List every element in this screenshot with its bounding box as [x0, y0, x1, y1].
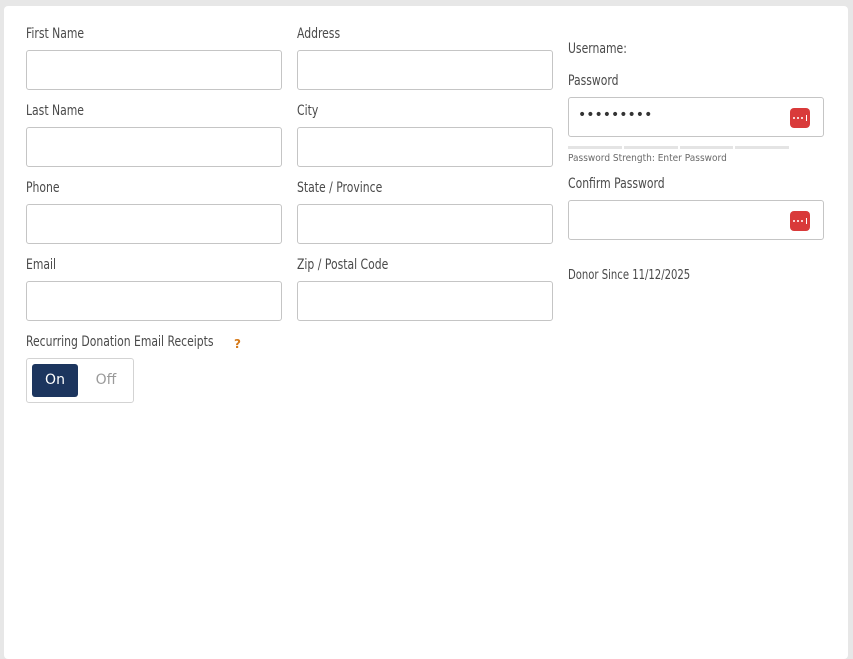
address-label: Address: [297, 26, 341, 42]
password-input[interactable]: •••••••••: [568, 97, 824, 137]
email-input[interactable]: [26, 281, 282, 321]
confirm-password-label: Confirm Password: [568, 176, 665, 192]
state-province-label: State / Province: [297, 180, 383, 196]
password-manager-icon[interactable]: [790, 108, 810, 128]
first-name-label: First Name: [26, 26, 85, 42]
help-icon[interactable]: ?: [234, 337, 241, 351]
address-input[interactable]: [297, 50, 553, 90]
phone-input[interactable]: [26, 204, 282, 244]
password-label: Password: [568, 73, 619, 89]
city-label: City: [297, 103, 319, 119]
first-name-input[interactable]: [26, 50, 282, 90]
phone-label: Phone: [26, 180, 60, 196]
toggle-on-button[interactable]: On: [32, 364, 78, 397]
confirm-password-input[interactable]: [568, 200, 824, 240]
state-province-input[interactable]: [297, 204, 553, 244]
receipts-toggle: On Off: [26, 358, 134, 403]
password-mask: •••••••••: [578, 107, 653, 123]
donor-since-text: Donor Since 11/12/2025: [568, 268, 691, 283]
zip-postal-label: Zip / Postal Code: [297, 257, 389, 273]
recurring-receipts-label: Recurring Donation Email Receipts: [26, 334, 214, 350]
password-strength-text: Password Strength: Enter Password: [568, 153, 727, 164]
last-name-label: Last Name: [26, 103, 84, 119]
last-name-input[interactable]: [26, 127, 282, 167]
username-label: Username:: [568, 41, 627, 57]
city-input[interactable]: [297, 127, 553, 167]
email-label: Email: [26, 257, 57, 273]
zip-postal-input[interactable]: [297, 281, 553, 321]
profile-form-panel: First Name Last Name Phone Email Address…: [4, 6, 848, 659]
password-manager-icon[interactable]: [790, 211, 810, 231]
toggle-off-button[interactable]: Off: [83, 364, 129, 397]
password-strength-meter: [568, 146, 789, 149]
